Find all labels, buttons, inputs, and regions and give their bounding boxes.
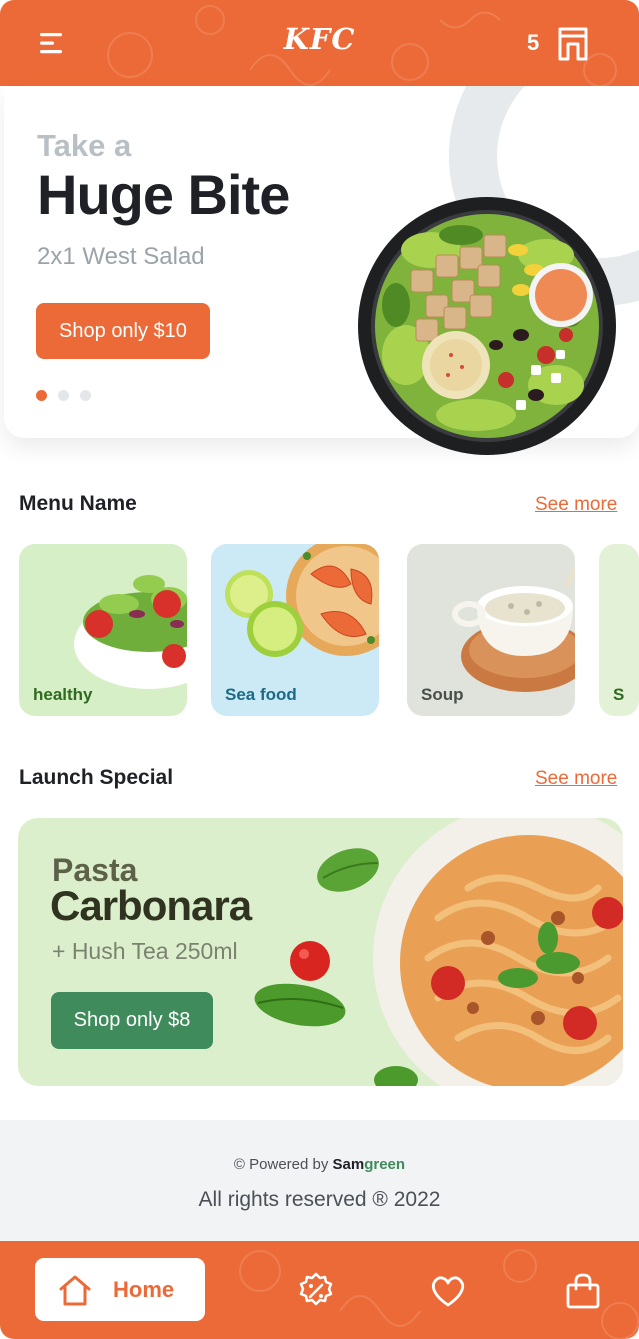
promo-subtitle: + Hush Tea 250ml <box>52 938 238 964</box>
hero-subtitle: 2x1 West Salad <box>37 243 205 270</box>
carousel-dots <box>36 390 91 401</box>
bag-icon[interactable] <box>563 1271 603 1311</box>
hero-kicker: Take a <box>37 128 132 163</box>
bottom-nav: Home <box>0 1241 639 1339</box>
category-card-seafood[interactable]: Sea food <box>211 544 379 716</box>
category-card-soup[interactable]: Soup <box>407 544 575 716</box>
carousel-dot-3[interactable] <box>80 390 91 401</box>
app-header: KFC 5 <box>0 0 639 86</box>
hero-title: Huge Bite <box>37 163 290 226</box>
nav-home-label: Home <box>113 1276 175 1302</box>
powered-by-brand-b: green <box>364 1156 406 1173</box>
carousel-dot-1[interactable] <box>36 390 47 401</box>
rights-text: All rights reserved ® 2022 <box>198 1188 441 1211</box>
category-label: Soup <box>421 685 464 704</box>
discount-icon[interactable] <box>296 1271 336 1311</box>
nav-home-button[interactable]: Home <box>35 1258 205 1321</box>
category-card-partial[interactable]: S <box>599 544 639 716</box>
cart-count: 5 <box>527 30 540 55</box>
hero-shop-button[interactable]: Shop only $10 <box>36 303 210 359</box>
carousel-dot-2[interactable] <box>58 390 69 401</box>
promo-title: Carbonara <box>50 882 252 929</box>
heart-icon[interactable] <box>428 1271 468 1311</box>
menu-see-more-link[interactable]: See more <box>535 494 617 516</box>
home-icon <box>59 1275 91 1305</box>
category-label: Sea food <box>225 685 297 704</box>
launch-see-more-link[interactable]: See more <box>535 768 617 790</box>
category-label: S <box>613 685 625 704</box>
powered-by-prefix: © Powered by <box>233 1156 329 1173</box>
brand-logo[interactable]: KFC <box>0 22 639 56</box>
launch-section-title: Launch Special <box>19 766 174 789</box>
salad-bowl-image <box>358 197 616 455</box>
category-label: healthy <box>33 685 93 704</box>
promo-shop-button[interactable]: Shop only $8 <box>51 992 213 1049</box>
cart-icon[interactable] <box>556 24 590 62</box>
footer: © Powered by Samgreen All rights reserve… <box>0 1120 639 1242</box>
powered-by-brand-a: Sam <box>332 1156 365 1173</box>
menu-section-title: Menu Name <box>19 492 137 515</box>
promo-card-pasta[interactable]: Pasta Carbonara + Hush Tea 250ml Shop on… <box>18 818 623 1086</box>
category-card-healthy[interactable]: healthy <box>19 544 187 716</box>
powered-by-text: © Powered by Samgreen <box>0 1156 639 1173</box>
